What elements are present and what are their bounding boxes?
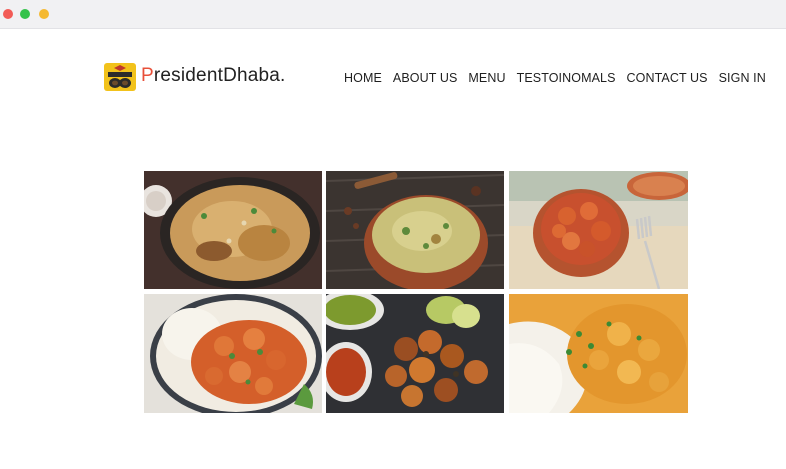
browser-window-bar (0, 0, 786, 29)
nav-menu[interactable]: MENU (468, 71, 505, 85)
maximize-window-button[interactable] (39, 9, 49, 19)
nav-sign-in[interactable]: SIGN IN (719, 71, 766, 85)
brand-first-letter: P (141, 65, 154, 86)
brand-name[interactable]: PresidentDhaba. (141, 65, 286, 87)
nav-contact-us[interactable]: CONTACT US (627, 71, 708, 85)
minimize-window-button[interactable] (20, 9, 30, 19)
butter-chicken-rice-image[interactable] (144, 294, 322, 413)
tandoori-tikka-chutney-image[interactable] (326, 294, 504, 413)
close-window-button[interactable] (3, 9, 13, 19)
biryani-bowl-image[interactable] (326, 171, 504, 289)
chilli-chicken-bowl-image[interactable] (509, 171, 688, 289)
chicken-curry-rice-image[interactable] (509, 294, 688, 413)
nav-testimonials[interactable]: TESTOINOMALS (517, 71, 616, 85)
nav-home[interactable]: HOME (344, 71, 382, 85)
president-dhaba-logo-icon[interactable] (104, 63, 136, 91)
nav-about-us[interactable]: ABOUT US (393, 71, 457, 85)
main-navigation: HOME ABOUT US MENU TESTOINOMALS CONTACT … (344, 71, 766, 85)
biryani-pan-image[interactable] (144, 171, 322, 289)
food-gallery (144, 171, 688, 413)
brand-name-rest: residentDhaba. (153, 65, 286, 86)
